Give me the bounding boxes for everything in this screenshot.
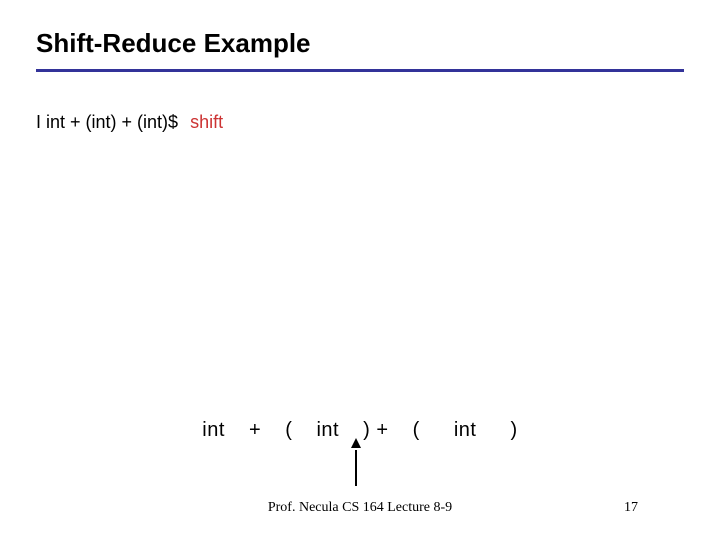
title-underline bbox=[36, 69, 684, 72]
slide-title: Shift-Reduce Example bbox=[36, 28, 684, 59]
parse-line: I int + (int) + (int)$ shift bbox=[36, 112, 684, 133]
token-int-3: int bbox=[454, 419, 477, 441]
token-plus-1: + bbox=[249, 419, 261, 441]
parse-action: shift bbox=[190, 112, 223, 133]
token-rparen-plus: ) + bbox=[363, 419, 388, 441]
token-int-2: int bbox=[316, 419, 339, 441]
arrow-head-icon bbox=[351, 438, 361, 448]
slide: Shift-Reduce Example I int + (int) + (in… bbox=[0, 0, 720, 540]
parse-state: I int + (int) + (int)$ bbox=[36, 112, 178, 133]
token-lparen-2: ( bbox=[413, 419, 420, 441]
arrow-line bbox=[355, 450, 357, 486]
arrow-pointer bbox=[355, 444, 357, 486]
token-lparen-1: ( bbox=[285, 419, 292, 441]
token-rparen-2: ) bbox=[511, 419, 518, 441]
token-int-1: int bbox=[202, 419, 225, 441]
page-number: 17 bbox=[624, 500, 638, 516]
footer-text: Prof. Necula CS 164 Lecture 8-9 bbox=[268, 500, 452, 516]
